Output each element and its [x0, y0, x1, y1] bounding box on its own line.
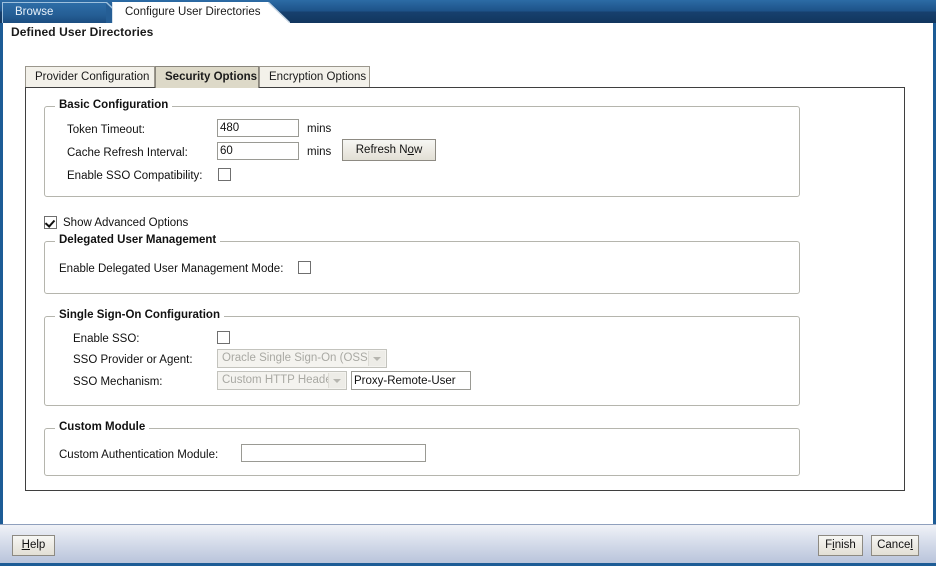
enable-sso-label: Enable SSO: — [73, 333, 140, 345]
sso-provider-or-agent-value: Oracle Single Sign-On (OSSO) — [222, 352, 381, 364]
tab-security-options-label: Security Options — [165, 71, 258, 83]
sso-mechanism-label: SSO Mechanism: — [73, 376, 163, 388]
group-basic-configuration: Basic Configuration Token Timeout: mins … — [44, 99, 800, 197]
help-button-label-post: elp — [29, 539, 46, 551]
tab-provider-configuration-label: Provider Configuration — [35, 71, 150, 83]
tab-security-options[interactable]: Security Options — [155, 66, 259, 88]
show-advanced-options-label: Show Advanced Options — [63, 217, 189, 229]
sso-provider-or-agent-label: SSO Provider or Agent: — [73, 354, 193, 366]
window-tab-strip: Browse Configure User Directories — [0, 0, 936, 23]
refresh-now-button-label-post: w — [413, 144, 423, 156]
page-title: Defined User Directories — [11, 25, 154, 39]
token-timeout-unit: mins — [307, 123, 332, 135]
sso-mechanism-select[interactable]: Custom HTTP Header — [217, 371, 347, 390]
group-custom-module: Custom Module Custom Authentication Modu… — [44, 421, 800, 476]
token-timeout-input[interactable] — [217, 119, 299, 137]
enable-sso-compatibility-checkbox[interactable] — [218, 168, 231, 181]
tab-provider-configuration[interactable]: Provider Configuration — [25, 66, 155, 88]
security-options-panel: Basic Configuration Token Timeout: mins … — [25, 87, 905, 491]
cancel-button-mnemonic: l — [910, 539, 913, 551]
application-window: Browse Configure User Directories Define… — [0, 0, 936, 566]
cancel-button[interactable]: Cancel — [871, 535, 919, 556]
group-basic-configuration-legend: Basic Configuration — [55, 99, 173, 111]
group-delegated-user-management: Delegated User Management Enable Delegat… — [44, 234, 800, 294]
window-tab-configure-label: Configure User Directories — [125, 6, 261, 18]
sso-mechanism-value: Custom HTTP Header — [222, 374, 336, 386]
help-button-mnemonic: H — [21, 539, 30, 551]
group-single-sign-on-legend: Single Sign-On Configuration — [55, 309, 224, 321]
window-tab-browse-label: Browse — [15, 6, 54, 18]
cache-refresh-interval-input[interactable] — [217, 142, 299, 160]
custom-authentication-module-input[interactable] — [241, 444, 426, 462]
tab-encryption-options-label: Encryption Options — [269, 71, 367, 83]
show-advanced-options-checkbox[interactable] — [44, 216, 57, 229]
enable-delegated-user-management-checkbox[interactable] — [298, 261, 311, 274]
enable-sso-compatibility-label: Enable SSO Compatibility: — [67, 170, 203, 182]
dialog-footer: Help Finish Cancel — [0, 524, 936, 563]
help-button[interactable]: Help — [12, 535, 55, 556]
sso-provider-or-agent-select[interactable]: Oracle Single Sign-On (OSSO) — [217, 349, 387, 368]
group-delegated-user-management-legend: Delegated User Management — [55, 234, 221, 246]
custom-authentication-module-label: Custom Authentication Module: — [59, 449, 219, 461]
chevron-down-icon — [328, 373, 345, 388]
refresh-now-button-label-pre: Refresh N — [355, 144, 408, 156]
window-tab-configure-body: Configure User Directories — [112, 2, 268, 23]
sso-mechanism-header-input[interactable] — [351, 371, 471, 390]
enable-sso-checkbox[interactable] — [217, 331, 230, 344]
window-tab-browse-body: Browse — [2, 2, 106, 23]
cache-refresh-interval-label: Cache Refresh Interval: — [67, 147, 188, 159]
refresh-now-button[interactable]: Refresh Now — [342, 139, 436, 161]
cancel-button-label-pre: Cance — [877, 539, 911, 551]
token-timeout-label: Token Timeout: — [67, 124, 145, 136]
group-custom-module-legend: Custom Module — [55, 421, 150, 433]
finish-button-label-post: nish — [834, 539, 856, 551]
enable-delegated-user-management-label: Enable Delegated User Management Mode: — [59, 263, 284, 275]
tab-encryption-options[interactable]: Encryption Options — [259, 66, 370, 88]
cache-refresh-interval-unit: mins — [307, 146, 332, 158]
window-tab-configure-slant-icon — [268, 2, 290, 23]
chevron-down-icon — [368, 351, 385, 366]
finish-button[interactable]: Finish — [818, 535, 863, 556]
group-single-sign-on-configuration: Single Sign-On Configuration Enable SSO:… — [44, 309, 800, 406]
